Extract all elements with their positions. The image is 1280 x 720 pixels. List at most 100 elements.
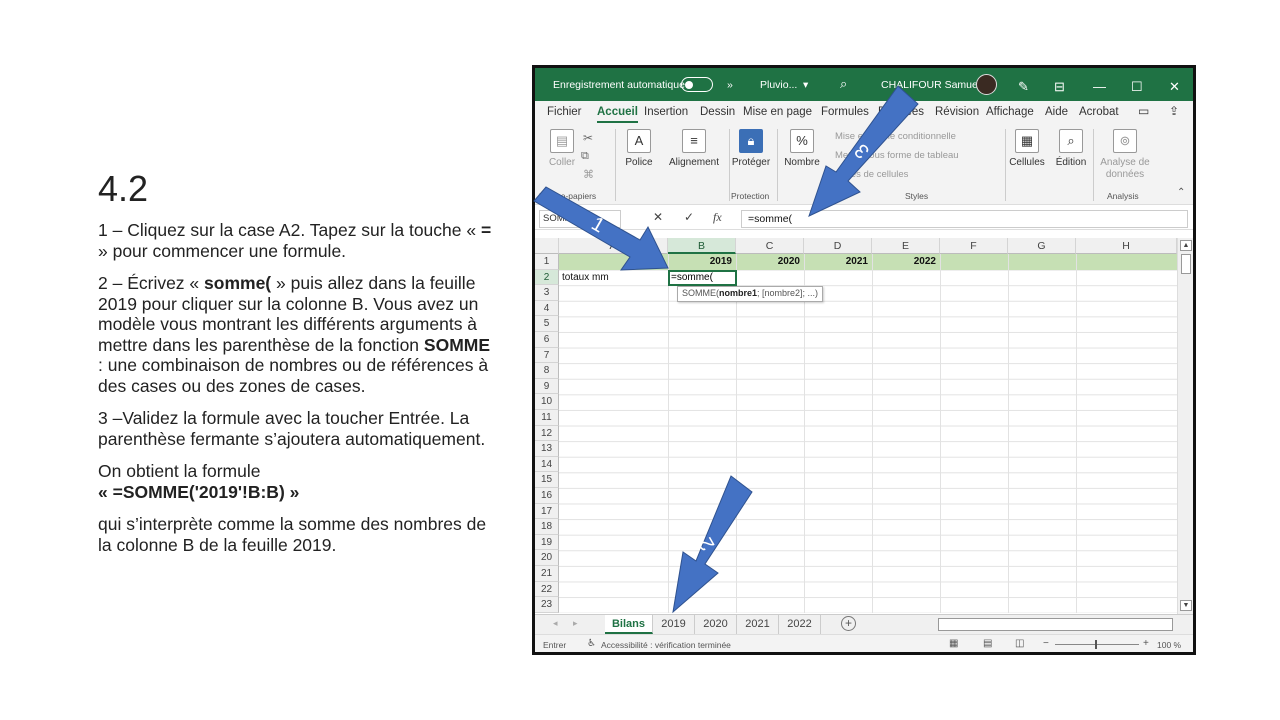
cell-b1[interactable]: 2019 <box>668 254 732 269</box>
prev-sheet-icon[interactable]: ◂ <box>553 618 558 629</box>
copy-icon[interactable]: ⧉ <box>581 150 589 163</box>
zoom-out-icon[interactable]: − <box>1043 638 1049 649</box>
paste-group[interactable]: ▤ Coller <box>543 129 581 168</box>
horizontal-scrollbar[interactable] <box>938 618 1173 631</box>
row-header[interactable]: 5 <box>535 316 559 332</box>
row-header[interactable]: 10 <box>535 394 559 410</box>
sheet-tab-2021[interactable]: 2021 <box>737 615 779 634</box>
page-break-icon[interactable]: ◫ <box>1015 638 1024 649</box>
cells-area[interactable] <box>559 254 1177 613</box>
row-header[interactable]: 15 <box>535 472 559 488</box>
normal-view-icon[interactable]: ▦ <box>949 638 958 649</box>
alignment-button[interactable]: ≡ Alignement <box>665 129 723 168</box>
cell-a2[interactable]: totaux mm <box>562 270 609 285</box>
sheet-tab-2020[interactable]: 2020 <box>695 615 737 634</box>
row-header[interactable]: 21 <box>535 566 559 582</box>
file-name[interactable]: Pluvio... <box>760 79 797 91</box>
next-sheet-icon[interactable]: ▸ <box>573 618 578 629</box>
row-header[interactable]: 20 <box>535 550 559 566</box>
row-header[interactable]: 1 <box>535 254 559 270</box>
user-name[interactable]: CHALIFOUR Samuel <box>881 79 980 91</box>
zoom-in-icon[interactable]: + <box>1143 638 1149 649</box>
row-header[interactable]: 4 <box>535 300 559 317</box>
tab-affichage[interactable]: Affichage <box>986 106 1034 118</box>
tab-donnees[interactable]: Données <box>878 106 924 118</box>
row-header[interactable]: 16 <box>535 488 559 504</box>
add-sheet-button[interactable]: + <box>841 616 856 631</box>
enter-icon[interactable]: ✓ <box>684 210 694 224</box>
row-header[interactable]: 2 <box>535 269 559 286</box>
tab-accueil[interactable]: Accueil <box>597 106 638 123</box>
formula-input[interactable]: =somme( <box>741 210 1188 228</box>
sheet-tab-bilans[interactable]: Bilans <box>605 615 653 634</box>
column-header-a[interactable]: A <box>559 238 668 254</box>
ribbon-display-icon[interactable]: ⊟ <box>1054 79 1065 95</box>
format-painter-icon[interactable]: ⌘ <box>583 168 594 181</box>
tab-mise-en-page[interactable]: Mise en page <box>743 106 812 118</box>
sheet-tab-2019[interactable]: 2019 <box>653 615 695 634</box>
row-header[interactable]: 17 <box>535 503 559 520</box>
restore-button[interactable]: ☐ <box>1131 79 1143 95</box>
cancel-icon[interactable]: ✕ <box>653 210 663 224</box>
name-box[interactable]: SOMME <box>539 210 621 228</box>
sheet-tab-2022[interactable]: 2022 <box>779 615 821 634</box>
column-header-h[interactable]: H <box>1076 238 1177 254</box>
scroll-up-button[interactable]: ▲ <box>1180 240 1192 251</box>
cell-styles-button[interactable]: Styles de cellules <box>835 169 908 180</box>
collapse-ribbon-icon[interactable]: ⌃ <box>1177 187 1185 198</box>
row-header[interactable]: 12 <box>535 425 559 442</box>
row-header[interactable]: 22 <box>535 581 559 598</box>
column-header-g[interactable]: G <box>1008 238 1076 254</box>
tab-acrobat[interactable]: Acrobat <box>1079 106 1119 118</box>
scroll-down-button[interactable]: ▼ <box>1180 600 1192 611</box>
tab-insertion[interactable]: Insertion <box>644 106 688 118</box>
accessibility-status[interactable]: Accessibilité : vérification terminée <box>601 640 731 650</box>
row-header[interactable]: 3 <box>535 285 559 301</box>
row-header[interactable]: 8 <box>535 363 559 379</box>
zoom-slider-thumb[interactable] <box>1095 640 1097 649</box>
row-header[interactable]: 11 <box>535 410 559 426</box>
column-header-b[interactable]: B <box>668 238 736 254</box>
minimize-button[interactable]: — <box>1093 79 1106 94</box>
editing-button[interactable]: ⌕ Édition <box>1051 129 1091 168</box>
tab-dessin[interactable]: Dessin <box>700 106 735 118</box>
page-layout-icon[interactable]: ▤ <box>983 638 992 649</box>
protect-button[interactable]: 🔒︎ Protéger <box>731 129 771 168</box>
scroll-thumb[interactable] <box>1181 254 1191 274</box>
cell-c1[interactable]: 2020 <box>736 254 800 269</box>
search-icon[interactable]: ⌕ <box>840 76 847 92</box>
avatar[interactable] <box>976 74 997 95</box>
row-header[interactable]: 9 <box>535 378 559 395</box>
pen-icon[interactable]: ✎ <box>1018 79 1029 95</box>
row-header[interactable]: 13 <box>535 441 559 457</box>
conditional-formatting-button[interactable]: Mise en forme conditionnelle <box>835 131 956 142</box>
active-cell-b2[interactable]: =somme( <box>668 269 737 286</box>
cell-e1[interactable]: 2022 <box>872 254 936 269</box>
cell-d1[interactable]: 2021 <box>804 254 868 269</box>
row-header[interactable]: 18 <box>535 519 559 535</box>
cut-icon[interactable]: ✂ <box>583 131 593 145</box>
close-button[interactable]: ✕ <box>1169 79 1180 95</box>
tab-revision[interactable]: Révision <box>935 106 979 118</box>
chevron-down-icon[interactable]: ▾ <box>803 79 808 91</box>
tab-fichier[interactable]: Fichier <box>547 106 582 118</box>
insert-function-icon[interactable]: fx <box>713 210 722 225</box>
row-header[interactable]: 19 <box>535 534 559 551</box>
row-header[interactable]: 14 <box>535 456 559 473</box>
tab-formules[interactable]: Formules <box>821 106 869 118</box>
number-button[interactable]: % Nombre <box>781 129 823 168</box>
row-header[interactable]: 6 <box>535 332 559 348</box>
vertical-scrollbar[interactable]: ▲ ▼ <box>1177 238 1193 614</box>
select-all-corner[interactable] <box>535 238 559 254</box>
more-commands-button[interactable]: » <box>727 79 733 91</box>
column-header-d[interactable]: D <box>804 238 872 254</box>
autosave-toggle[interactable] <box>681 77 713 92</box>
zoom-slider[interactable] <box>1055 644 1139 645</box>
comments-icon[interactable]: ▭ <box>1138 104 1149 118</box>
font-button[interactable]: A Police <box>621 129 657 168</box>
tab-aide[interactable]: Aide <box>1045 106 1068 118</box>
share-icon[interactable]: ⇪ <box>1169 104 1179 118</box>
row-header[interactable]: 23 <box>535 597 559 613</box>
analyze-data-button[interactable]: ⊚ Analyse de données <box>1097 129 1153 181</box>
column-header-f[interactable]: F <box>940 238 1008 254</box>
